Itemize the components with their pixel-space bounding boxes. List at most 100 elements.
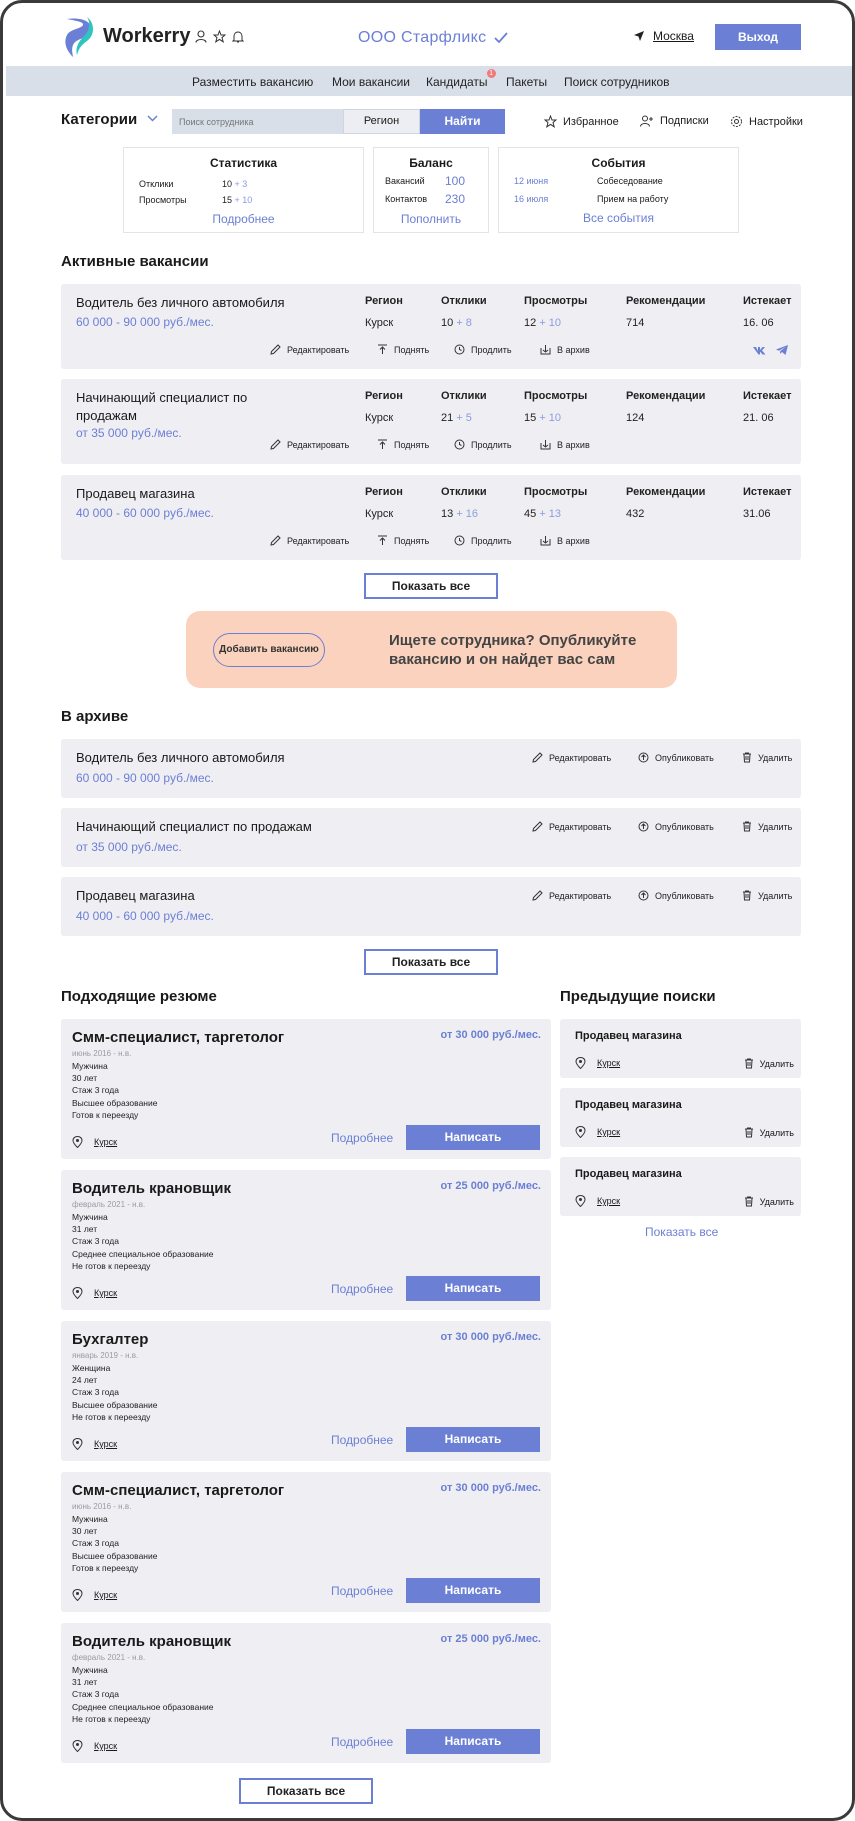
logo-icon[interactable] [61, 15, 97, 59]
resume-more-link[interactable]: Подробнее [331, 1131, 393, 1145]
user-icon[interactable] [195, 30, 207, 43]
vacancy-title[interactable]: Водитель без личного автомобиля [76, 294, 286, 312]
vacancy-title[interactable]: Продавец магазина [76, 485, 286, 503]
archive-button[interactable]: В архив [540, 344, 590, 355]
delete-button[interactable]: Удалить [744, 1058, 794, 1069]
nav-post-vacancy[interactable]: Разместить вакансию [192, 75, 313, 89]
bell-icon[interactable] [232, 30, 244, 43]
previous-search-card[interactable]: Продавец магазина Курск Удалить [560, 1088, 801, 1147]
write-button[interactable]: Написать [406, 1729, 540, 1754]
write-button[interactable]: Написать [406, 1125, 540, 1150]
resume-card[interactable]: Бухгалтер от 30 000 руб./мес. январь 201… [61, 1321, 551, 1461]
delete-button[interactable]: Удалить [742, 821, 792, 832]
nav-packages[interactable]: Пакеты [506, 75, 547, 89]
edit-button[interactable]: Редактировать [532, 890, 611, 901]
write-button[interactable]: Написать [406, 1276, 540, 1301]
previous-search-title[interactable]: Продавец магазина [575, 1030, 682, 1042]
archive-card[interactable]: Начинающий специалист по продажам от 35 … [61, 808, 801, 867]
extend-button[interactable]: Продлить [454, 439, 512, 450]
resume-title[interactable]: Водитель крановщик [72, 1633, 231, 1650]
region-button[interactable]: Регион [343, 109, 420, 134]
previous-search-card[interactable]: Продавец магазина Курск Удалить [560, 1019, 801, 1078]
resume-more-link[interactable]: Подробнее [331, 1735, 393, 1749]
edit-button[interactable]: Редактировать [270, 535, 349, 546]
col-expires-header: Истекает [743, 295, 792, 307]
edit-button[interactable]: Редактировать [532, 752, 611, 763]
resume-title[interactable]: Водитель крановщик [72, 1180, 231, 1197]
archive-vacancy-title[interactable]: Продавец магазина [76, 887, 476, 905]
col-recommendations-header: Рекомендации [626, 295, 706, 307]
vacancy-card[interactable]: Водитель без личного автомобиля 60 000 -… [61, 284, 801, 369]
nav-employee-search[interactable]: Поиск сотрудников [564, 75, 670, 89]
favorites-link[interactable]: Избранное [544, 115, 619, 128]
publish-button[interactable]: Опубликовать [638, 752, 714, 763]
extend-button[interactable]: Продлить [454, 344, 512, 355]
raise-button[interactable]: Поднять [377, 439, 429, 450]
resume-more-link[interactable]: Подробнее [331, 1282, 393, 1296]
all-events-link[interactable]: Все события [499, 211, 738, 225]
settings-link[interactable]: Настройки [730, 115, 803, 128]
previous-searches-title: Предыдущие поиски [560, 988, 716, 1005]
archive-card[interactable]: Продавец магазина 40 000 - 60 000 руб./м… [61, 877, 801, 936]
resume-title[interactable]: Смм-специалист, таргетолог [72, 1029, 284, 1046]
previous-show-all-link[interactable]: Показать все [645, 1225, 718, 1239]
archive-vacancy-title[interactable]: Водитель без личного автомобиля [76, 749, 476, 767]
resume-detail: Высшее образование [72, 1097, 158, 1108]
resume-more-link[interactable]: Подробнее [331, 1433, 393, 1447]
write-button[interactable]: Написать [406, 1427, 540, 1452]
statistics-more-link[interactable]: Подробнее [124, 212, 363, 226]
vacancy-card[interactable]: Начинающий специалист по продажам от 35 … [61, 379, 801, 464]
raise-button[interactable]: Поднять [377, 535, 429, 546]
delete-button[interactable]: Удалить [742, 890, 792, 901]
vk-icon[interactable] [753, 346, 767, 355]
categories-dropdown[interactable]: Категории [61, 111, 137, 128]
nav-candidates[interactable]: Кандидаты 1 [426, 69, 496, 89]
resume-title[interactable]: Бухгалтер [72, 1331, 148, 1348]
telegram-icon[interactable] [776, 345, 788, 355]
edit-button[interactable]: Редактировать [270, 344, 349, 355]
vacancy-card[interactable]: Продавец магазина 40 000 - 60 000 руб./м… [61, 475, 801, 560]
add-vacancy-button[interactable]: Добавить вакансию [213, 633, 325, 667]
resume-more-link[interactable]: Подробнее [331, 1584, 393, 1598]
previous-search-title[interactable]: Продавец магазина [575, 1099, 682, 1111]
delete-button[interactable]: Удалить [744, 1196, 794, 1207]
chevron-down-icon[interactable] [147, 115, 158, 122]
delete-button[interactable]: Удалить [742, 752, 792, 763]
publish-button[interactable]: Опубликовать [638, 821, 714, 832]
previous-search-card[interactable]: Продавец магазина Курск Удалить [560, 1157, 801, 1216]
archive-vacancy-title[interactable]: Начинающий специалист по продажам [76, 818, 476, 836]
vacancy-title[interactable]: Начинающий специалист по продажам [76, 389, 286, 425]
resume-card[interactable]: Водитель крановщик от 25 000 руб./мес. ф… [61, 1623, 551, 1763]
resume-card[interactable]: Смм-специалист, таргетолог от 30 000 руб… [61, 1019, 551, 1159]
resumes-show-all-button[interactable]: Показать все [239, 1778, 373, 1804]
previous-search-title[interactable]: Продавец магазина [575, 1168, 682, 1180]
archive-show-all-button[interactable]: Показать все [364, 949, 498, 975]
subscriptions-link[interactable]: Подписки [640, 115, 709, 127]
employee-search-input[interactable] [172, 109, 343, 134]
extend-button[interactable]: Продлить [454, 535, 512, 546]
raise-button[interactable]: Поднять [377, 344, 429, 355]
publish-button[interactable]: Опубликовать [638, 890, 714, 901]
city-selector[interactable]: Москва [633, 29, 694, 43]
user-plus-icon [640, 115, 653, 127]
archive-card[interactable]: Водитель без личного автомобиля 60 000 -… [61, 739, 801, 798]
star-icon[interactable] [213, 30, 226, 43]
resume-card[interactable]: Смм-специалист, таргетолог от 30 000 руб… [61, 1472, 551, 1612]
company-name[interactable]: ООО Старфликс [358, 29, 508, 47]
logo-text[interactable]: Workerry [103, 25, 190, 48]
resume-card[interactable]: Водитель крановщик от 25 000 руб./мес. ф… [61, 1170, 551, 1310]
nav-my-vacancies[interactable]: Мои вакансии [332, 75, 410, 89]
active-show-all-button[interactable]: Показать все [364, 573, 498, 599]
edit-button[interactable]: Редактировать [532, 821, 611, 832]
delete-button[interactable]: Удалить [744, 1127, 794, 1138]
col-recommendations-header: Рекомендации [626, 390, 706, 402]
find-button[interactable]: Найти [420, 109, 505, 134]
edit-button[interactable]: Редактировать [270, 439, 349, 450]
archive-button[interactable]: В архив [540, 535, 590, 546]
archive-button[interactable]: В архив [540, 439, 590, 450]
resume-title[interactable]: Смм-специалист, таргетолог [72, 1482, 284, 1499]
write-button[interactable]: Написать [406, 1578, 540, 1603]
top-up-link[interactable]: Пополнить [374, 212, 488, 226]
company-label: ООО Старфликс [358, 29, 487, 46]
exit-button[interactable]: Выход [715, 24, 801, 50]
